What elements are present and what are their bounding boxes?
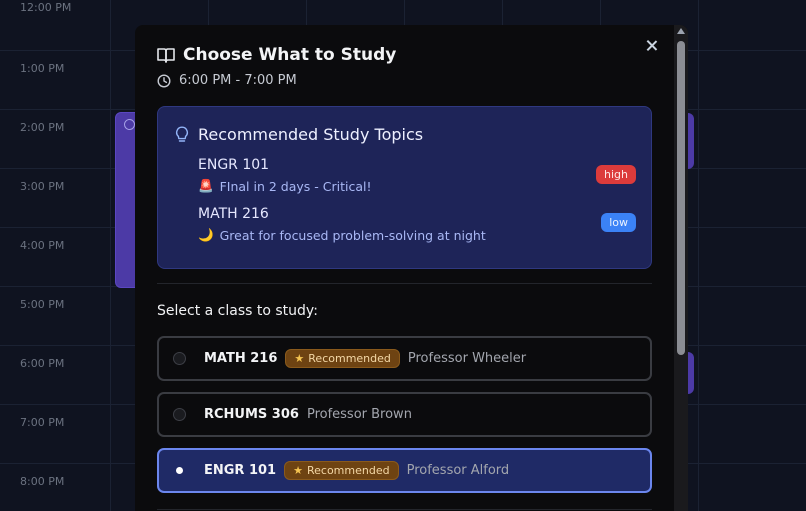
- time-label: 3:00 PM: [20, 180, 65, 193]
- class-option-engr-101[interactable]: ENGR 101 ★ Recommended Professor Alford: [157, 448, 652, 493]
- modal-title: Choose What to Study: [183, 45, 397, 65]
- time-label: 7:00 PM: [20, 416, 65, 429]
- professor-name: Professor Brown: [306, 407, 412, 422]
- star-icon: ★: [293, 464, 303, 477]
- recommendation-reason: FInal in 2 days - Critical!: [219, 178, 372, 194]
- clock-icon: [157, 73, 171, 88]
- study-modal: Choose What to Study 6:00 PM - 7:00 PM R…: [135, 25, 688, 511]
- recommendation-course: MATH 216: [198, 206, 269, 222]
- star-icon: ★: [294, 352, 305, 365]
- recommended-badge: ★ Recommended: [284, 461, 399, 480]
- priority-badge: low: [601, 213, 636, 232]
- recommendation-reason: Great for focused problem-solving at nig…: [219, 227, 486, 243]
- time-label: 8:00 PM: [20, 475, 65, 488]
- close-icon[interactable]: [645, 39, 659, 53]
- time-label: 2:00 PM: [20, 121, 65, 134]
- radio-button[interactable]: [173, 408, 186, 421]
- class-code: RCHUMS 306: [204, 407, 299, 422]
- recommendation-item: MATH 216 🌙 Great for focused problem-sol…: [198, 206, 486, 243]
- section-divider: [157, 509, 652, 510]
- professor-name: Professor Alford: [406, 463, 510, 478]
- class-code: ENGR 101: [204, 463, 277, 478]
- siren-icon: 🚨: [198, 178, 214, 193]
- scroll-thumb[interactable]: [677, 41, 685, 355]
- time-label: 6:00 PM: [20, 357, 65, 370]
- select-class-label: Select a class to study:: [157, 303, 318, 319]
- time-label: 12:00 PM: [20, 1, 72, 14]
- book-open-icon: [157, 48, 175, 63]
- recommendation-item: ENGR 101 🚨 FInal in 2 days - Critical!: [198, 157, 371, 194]
- recommendation-course: ENGR 101: [198, 157, 270, 173]
- recommendation-heading: Recommended Study Topics: [198, 125, 424, 144]
- modal-scrollbar[interactable]: [674, 25, 688, 511]
- time-label: 5:00 PM: [20, 298, 65, 311]
- lightbulb-icon: [176, 125, 188, 142]
- modal-header: Choose What to Study 6:00 PM - 7:00 PM: [157, 45, 396, 88]
- recommended-badge: ★ Recommended: [285, 349, 400, 368]
- scroll-up-arrow-icon[interactable]: [677, 28, 685, 34]
- clock-icon: [124, 119, 135, 130]
- radio-button-selected[interactable]: [173, 464, 186, 477]
- recommended-badge-label: Recommended: [308, 352, 391, 365]
- priority-badge: high: [596, 165, 636, 184]
- time-label: 4:00 PM: [20, 239, 65, 252]
- session-time: 6:00 PM - 7:00 PM: [179, 73, 297, 88]
- class-option-math-216[interactable]: MATH 216 ★ Recommended Professor Wheeler: [157, 336, 652, 381]
- section-divider: [157, 283, 652, 284]
- professor-name: Professor Wheeler: [407, 351, 527, 366]
- radio-button[interactable]: [173, 352, 186, 365]
- recommendation-panel: Recommended Study Topics ENGR 101 🚨 FIna…: [157, 106, 652, 269]
- moon-icon: 🌙: [198, 227, 214, 242]
- recommended-badge-label: Recommended: [306, 464, 390, 477]
- time-label: 1:00 PM: [20, 62, 65, 75]
- class-code: MATH 216: [204, 351, 278, 366]
- class-option-rchums-306[interactable]: RCHUMS 306 Professor Brown: [157, 392, 652, 437]
